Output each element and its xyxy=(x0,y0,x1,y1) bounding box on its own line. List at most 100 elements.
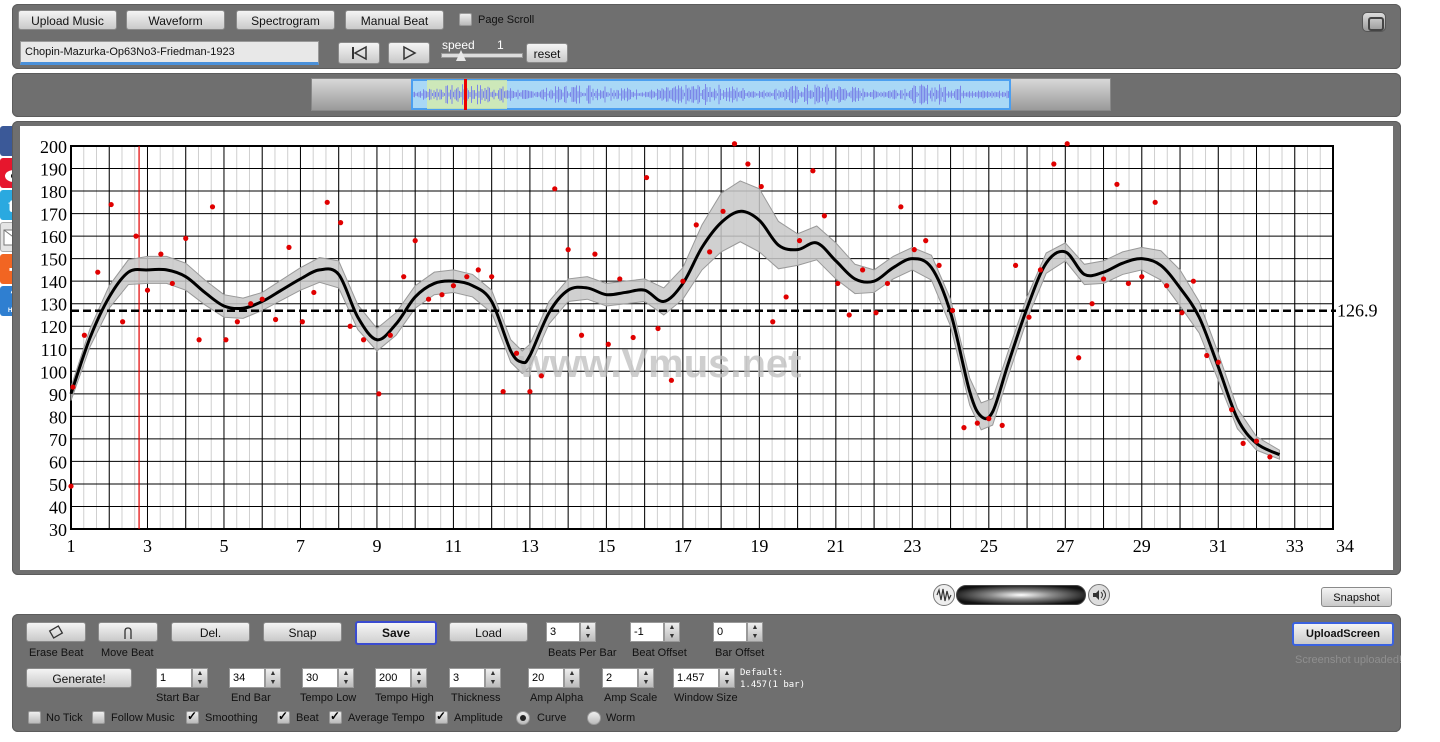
x-tick-label: 5 xyxy=(219,536,228,556)
follow-music-label: Follow Music xyxy=(111,712,175,724)
beat-tempo-point xyxy=(450,283,457,289)
waveform-icon[interactable] xyxy=(933,584,955,606)
x-tick-label: 7 xyxy=(296,536,305,556)
move-beat-button[interactable] xyxy=(98,622,158,642)
bar-offset-input[interactable]: 0 xyxy=(713,622,747,642)
y-tick-label: 200 xyxy=(40,137,67,157)
y-tick-label: 60 xyxy=(49,452,67,472)
erase-beat-button[interactable] xyxy=(26,622,86,642)
beat-tempo-point xyxy=(668,377,675,383)
beat-tempo-point xyxy=(1026,314,1032,320)
beat-tempo-point xyxy=(1204,352,1210,359)
beats-per-bar-input[interactable]: 3 xyxy=(546,622,580,642)
beat-tempo-point xyxy=(347,323,353,329)
beat-tempo-point xyxy=(835,280,841,287)
generate-button[interactable]: Generate! xyxy=(26,668,132,688)
beat-tempo-point xyxy=(923,238,929,244)
beat-tempo-point xyxy=(911,247,917,253)
beat-offset-label: Beat Offset xyxy=(632,647,687,659)
beat-offset-input[interactable]: -1 xyxy=(630,622,664,642)
no-tick-checkbox[interactable] xyxy=(28,711,41,724)
beat-offset-stepper[interactable]: -1 ▲ ▼ xyxy=(630,622,682,642)
y-tick-label: 50 xyxy=(49,475,67,495)
beat-tempo-point xyxy=(617,276,623,282)
end-bar-stepper[interactable]: 34 ▲ ▼ xyxy=(229,668,283,688)
follow-music-checkbox[interactable] xyxy=(92,711,105,724)
beat-tempo-point xyxy=(108,201,114,208)
window-size-input[interactable]: 1.457 xyxy=(673,668,719,688)
x-tick-label: 33 xyxy=(1286,536,1304,556)
y-tick-label: 40 xyxy=(49,497,67,517)
y-tick-label: 120 xyxy=(40,317,67,337)
beat-tempo-point xyxy=(949,307,956,314)
beat-checkbox[interactable] xyxy=(277,709,290,724)
snapshot-button[interactable]: Snapshot xyxy=(1321,587,1392,607)
beat-tempo-point xyxy=(527,388,533,395)
smoothing-label: Smoothing xyxy=(205,712,258,724)
end-bar-input[interactable]: 34 xyxy=(229,668,265,688)
speaker-icon[interactable] xyxy=(1088,584,1110,606)
beat-tempo-point xyxy=(272,316,279,323)
x-tick-label: 19 xyxy=(750,536,768,556)
beat-tempo-point xyxy=(810,168,816,174)
beat-tempo-point xyxy=(592,251,598,257)
beat-tempo-point xyxy=(936,262,942,269)
amp-scale-stepper[interactable]: 2 ▲ ▼ xyxy=(602,668,656,688)
start-bar-stepper[interactable]: 1 ▲ ▼ xyxy=(156,668,210,688)
delete-button[interactable]: Del. xyxy=(171,622,250,642)
beats-per-bar-label: Beats Per Bar xyxy=(548,647,617,659)
smoothing-checkbox[interactable] xyxy=(186,709,199,724)
thickness-label: Thickness xyxy=(451,692,501,704)
average-tempo-checkbox[interactable] xyxy=(329,709,342,724)
beat-tempo-point xyxy=(783,294,789,300)
thickness-stepper[interactable]: 3 ▲ ▼ xyxy=(449,668,503,688)
bar-offset-label: Bar Offset xyxy=(715,647,765,659)
beat-tempo-point xyxy=(884,280,891,287)
thickness-input[interactable]: 3 xyxy=(449,668,485,688)
upload-screen-button[interactable]: UploadScreen xyxy=(1292,622,1394,646)
curve-radio[interactable] xyxy=(516,711,530,725)
beat-tempo-point xyxy=(259,296,265,302)
x-tick-label: 34 xyxy=(1336,536,1354,556)
x-tick-label: 9 xyxy=(372,536,381,556)
snap-button[interactable]: Snap xyxy=(263,622,342,642)
window-size-stepper[interactable]: 1.457 ▲ ▼ xyxy=(673,668,737,688)
beat-tempo-point xyxy=(655,325,661,332)
bar-offset-stepper[interactable]: 0 ▲ ▼ xyxy=(713,622,765,642)
y-tick-label: 90 xyxy=(49,385,67,405)
amp-scale-input[interactable]: 2 xyxy=(602,668,638,688)
amplitude-checkbox[interactable] xyxy=(435,709,448,724)
x-tick-label: 25 xyxy=(980,536,998,556)
beat-tempo-point xyxy=(286,244,292,250)
amp-alpha-stepper[interactable]: 20 ▲ ▼ xyxy=(528,668,582,688)
save-button[interactable]: Save xyxy=(355,621,437,645)
beat-tempo-point xyxy=(961,425,967,431)
tempo-high-stepper[interactable]: 200 ▲ ▼ xyxy=(375,668,429,688)
x-tick-label: 29 xyxy=(1133,536,1151,556)
beat-tempo-point xyxy=(1100,276,1107,282)
tempo-high-input[interactable]: 200 xyxy=(375,668,411,688)
beat-tempo-point xyxy=(1037,267,1044,273)
smoothed-tempo-curve xyxy=(69,209,1281,457)
y-tick-label: 160 xyxy=(40,227,67,247)
beat-tempo-point xyxy=(144,287,151,293)
beat-tempo-point xyxy=(1089,301,1095,307)
beat-tempo-point xyxy=(158,251,164,257)
beat-tempo-point xyxy=(707,249,713,255)
beat-tempo-point xyxy=(1179,310,1185,316)
beats-per-bar-stepper[interactable]: 3 ▲ ▼ xyxy=(546,622,598,642)
beat-tempo-point xyxy=(898,204,904,210)
beat-tempo-point xyxy=(324,199,330,205)
average-tempo-label: Average Tempo xyxy=(348,712,425,724)
amp-alpha-input[interactable]: 20 xyxy=(528,668,564,688)
beat-tempo-point xyxy=(1215,359,1221,365)
start-bar-input[interactable]: 1 xyxy=(156,668,192,688)
beat-tempo-point xyxy=(999,422,1005,428)
y-tick-label: 190 xyxy=(40,160,67,180)
load-button[interactable]: Load xyxy=(449,622,528,642)
worm-radio[interactable] xyxy=(587,711,601,725)
volume-slider[interactable] xyxy=(956,585,1086,605)
tempo-low-stepper[interactable]: 30 ▲ ▼ xyxy=(302,668,356,688)
tempo-low-input[interactable]: 30 xyxy=(302,668,338,688)
erase-beat-label: Erase Beat xyxy=(29,647,84,659)
